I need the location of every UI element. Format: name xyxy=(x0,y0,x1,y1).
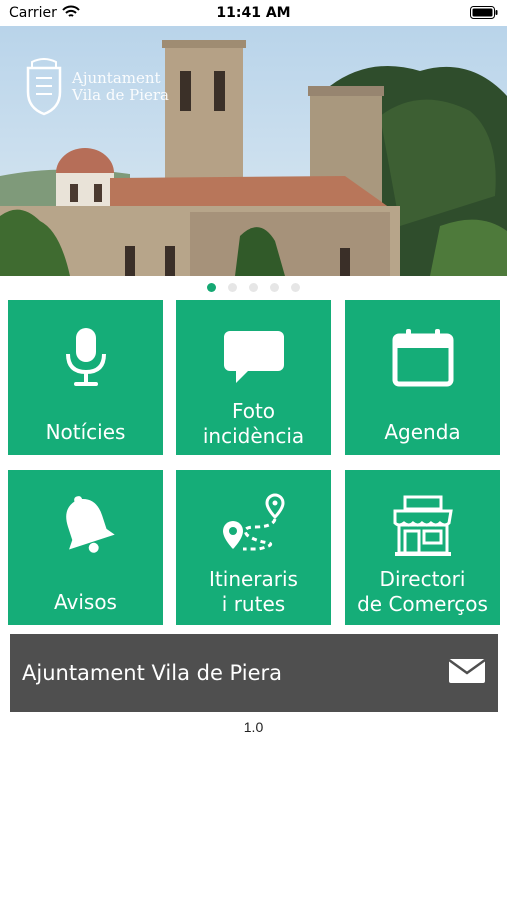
page-dot[interactable] xyxy=(228,283,237,292)
tile-avisos[interactable]: Avisos xyxy=(8,470,163,625)
shop-icon xyxy=(345,494,500,558)
town-logo: Ajuntament Vila de Piera xyxy=(22,58,169,116)
tile-noticies[interactable]: Notícies xyxy=(8,300,163,455)
tile-label: Avisos xyxy=(54,590,117,614)
contact-bar[interactable]: Ajuntament Vila de Piera xyxy=(10,634,498,712)
page-indicator[interactable] xyxy=(0,283,507,292)
logo-line-1: Ajuntament xyxy=(72,69,161,87)
status-bar: Carrier 11:41 AM xyxy=(0,0,507,26)
banner-carousel[interactable]: Ajuntament Vila de Piera xyxy=(0,26,507,276)
status-time: 11:41 AM xyxy=(216,5,291,21)
footer-title: Ajuntament Vila de Piera xyxy=(22,661,283,685)
tile-label: Foto incidència xyxy=(202,399,305,448)
calendar-icon xyxy=(345,326,500,390)
microphone-icon xyxy=(8,326,163,390)
version-label: 1.0 xyxy=(243,719,264,735)
page-dot[interactable] xyxy=(270,283,279,292)
tile-label: Itineraris i rutes xyxy=(209,567,298,616)
logo-line-2: Vila de Piera xyxy=(72,86,170,104)
page-dot[interactable] xyxy=(291,283,300,292)
tile-label: Agenda xyxy=(384,420,461,444)
page-dot[interactable] xyxy=(207,283,216,292)
tile-label: Directori de Comerços xyxy=(357,567,488,616)
coat-of-arms-icon xyxy=(26,58,62,116)
tile-foto-incidencia[interactable]: Foto incidència xyxy=(176,300,331,455)
speech-bubble-icon xyxy=(176,326,331,390)
route-map-icon xyxy=(176,492,331,556)
battery-icon xyxy=(470,6,498,23)
tile-directori[interactable]: Directori de Comerços xyxy=(345,470,500,625)
tile-label: Notícies xyxy=(45,420,126,444)
tile-agenda[interactable]: Agenda xyxy=(345,300,500,455)
bell-icon xyxy=(8,492,163,556)
envelope-icon[interactable] xyxy=(448,658,486,689)
page-dot[interactable] xyxy=(249,283,258,292)
tile-itineraris[interactable]: Itineraris i rutes xyxy=(176,470,331,625)
